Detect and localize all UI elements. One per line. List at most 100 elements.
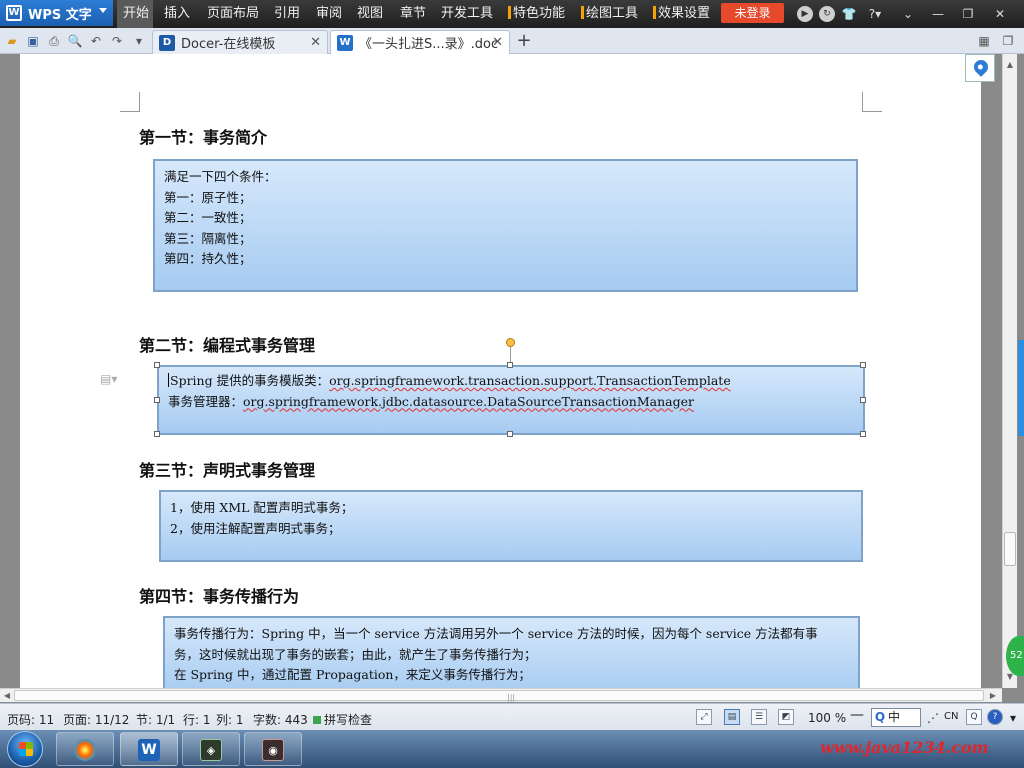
line-prefix: Spring 提供的事务模版类： (170, 373, 330, 388)
ime-help-icon[interactable]: ? (987, 709, 1003, 725)
zoom-level[interactable]: 100 % (808, 711, 846, 725)
menu-effect-settings[interactable]: 效果设置 (653, 0, 710, 28)
side-panel-toggle[interactable] (1018, 340, 1024, 436)
menu-insert[interactable]: 插入 (164, 0, 190, 28)
feature-marker (653, 6, 656, 19)
sync-icon[interactable]: ↻ (819, 6, 835, 22)
scroll-thumb[interactable] (1004, 532, 1016, 566)
text-line: Spring 提供的事务模版类：org.springframework.tran… (168, 371, 854, 392)
close-tab-icon[interactable]: ✕ (492, 35, 503, 50)
wps-logo-icon: W (6, 5, 22, 21)
menu-review[interactable]: 审阅 (316, 0, 342, 28)
text-box[interactable]: 1，使用 XML 配置声明式事务； 2，使用注解配置声明式事务； (159, 490, 863, 562)
menu-bar: W WPS 文字 开始 插入 页面布局 引用 审阅 视图 章节 开发工具 特色功… (0, 0, 1024, 28)
status-page-number: 页码: 11 (7, 713, 55, 727)
taskbar: W ◈ ◉ www.java1234.com (0, 730, 1024, 768)
menu-drawing-tools[interactable]: 绘图工具 (581, 0, 638, 28)
fullscreen-icon[interactable]: ⤢ (696, 709, 712, 725)
resize-handle[interactable] (154, 431, 160, 437)
spell-check-icon (313, 716, 321, 724)
taskbar-app-4[interactable]: ◉ (244, 732, 302, 766)
outline-view-icon[interactable]: ☰ (751, 709, 767, 725)
scroll-left-icon[interactable]: ◀ (0, 689, 14, 703)
resize-handle[interactable] (860, 431, 866, 437)
feature-marker (508, 6, 511, 19)
text-box[interactable]: 事务传播行为：Spring 中，当一个 service 方法调用另外一个 ser… (163, 616, 860, 688)
help-icon[interactable]: ?▾ (864, 6, 886, 22)
windows-flag-icon (19, 742, 33, 756)
ime-settings-icon[interactable]: ⋰ (927, 711, 939, 725)
menu-developer[interactable]: 开发工具 (441, 0, 493, 28)
scroll-thumb[interactable]: ||| (14, 690, 984, 702)
rotate-handle[interactable] (506, 338, 515, 347)
close-tab-icon[interactable]: ✕ (310, 35, 321, 50)
scroll-right-icon[interactable]: ▶ (986, 689, 1000, 703)
text-box[interactable]: 满足一下四个条件： 第一：原子性； 第二：一致性； 第三：隔离性； 第四：持久性… (153, 159, 858, 292)
resize-handle[interactable] (154, 397, 160, 403)
class-name: org.springframework.jdbc.datasource.Data… (243, 393, 694, 409)
rotate-connector (510, 347, 511, 363)
ime-logo-icon: Q (874, 710, 886, 724)
minimize-icon[interactable]: — (930, 6, 946, 22)
close-icon[interactable]: ✕ (992, 6, 1008, 22)
restore-icon[interactable]: ❐ (960, 6, 976, 22)
input-method-indicator[interactable]: Q中 (871, 708, 921, 727)
restore-doc-icon[interactable]: ❐ (1000, 33, 1016, 49)
paragraph-options-icon[interactable]: ▤▾ (100, 372, 117, 386)
menu-special-features[interactable]: 特色功能 (508, 0, 565, 28)
ime-tools-icon[interactable]: Q (966, 709, 982, 725)
taskbar-wps-writer[interactable]: W (120, 732, 178, 766)
section-heading: 第一节：事务简介 (139, 128, 268, 147)
menu-page-layout[interactable]: 页面布局 (207, 0, 259, 28)
print-icon[interactable]: ⎙ (46, 33, 62, 49)
language-indicator[interactable]: CN (944, 711, 958, 722)
menu-chapter[interactable]: 章节 (400, 0, 426, 28)
tab-docer[interactable]: D Docer-在线模板 ✕ (152, 30, 328, 54)
scroll-up-icon[interactable]: ▲ (1003, 58, 1017, 72)
feature-marker (581, 6, 584, 19)
menu-references[interactable]: 引用 (274, 0, 300, 28)
login-button[interactable]: 未登录 (721, 3, 784, 23)
collapse-ribbon-icon[interactable]: ⌄ (900, 6, 916, 22)
resize-handle[interactable] (507, 362, 513, 368)
horizontal-scrollbar[interactable]: ◀ ||| ▶ (0, 688, 1002, 702)
map-pin-icon (971, 57, 991, 77)
location-panel-button[interactable] (965, 54, 995, 82)
save-icon[interactable]: ▣ (25, 33, 41, 49)
play-icon[interactable]: ▶ (797, 6, 813, 22)
skin-icon[interactable]: 👕 (841, 6, 857, 22)
resize-handle[interactable] (860, 397, 866, 403)
resize-handle[interactable] (154, 362, 160, 368)
section-heading: 第四节：事务传播行为 (139, 587, 300, 606)
app-menu-button[interactable]: W WPS 文字 (0, 0, 113, 26)
spell-check-label: 拼写检查 (324, 713, 373, 727)
menu-view[interactable]: 视图 (357, 0, 383, 28)
document-page[interactable]: 第一节：事务简介 满足一下四个条件： 第一：原子性； 第二：一致性； 第三：隔离… (20, 54, 981, 688)
new-tab-button[interactable]: + (514, 31, 534, 51)
vertical-scrollbar[interactable]: ▲ ▼ (1002, 54, 1017, 688)
spell-check-button[interactable]: 拼写检查 (313, 711, 372, 728)
app-monitor-icon: ◈ (200, 739, 222, 761)
zoom-out-icon[interactable]: — (850, 707, 864, 723)
resize-handle[interactable] (507, 431, 513, 437)
tab-list-icon[interactable]: ▦ (976, 33, 992, 49)
margin-corner (862, 92, 882, 112)
page-view-icon[interactable]: ▤ (724, 709, 740, 725)
text-line: 第三：隔离性； (164, 230, 252, 246)
open-icon[interactable]: ▰ (4, 33, 20, 49)
section-heading: 第三节：声明式事务管理 (139, 461, 316, 480)
menu-home[interactable]: 开始 (117, 0, 153, 28)
selected-text-box[interactable]: Spring 提供的事务模版类：org.springframework.tran… (157, 365, 865, 435)
resize-handle[interactable] (860, 362, 866, 368)
taskbar-app-1[interactable] (56, 732, 114, 766)
redo-icon[interactable]: ↷ (109, 33, 125, 49)
tab-document[interactable]: W 《一头扎进S...录》.doc ✕ (330, 30, 510, 54)
status-section: 节: 1/1 (136, 713, 176, 727)
customize-icon[interactable]: ▾ (131, 33, 147, 49)
taskbar-app-3[interactable]: ◈ (182, 732, 240, 766)
ime-menu-icon[interactable]: ▾ (1010, 711, 1016, 725)
print-preview-icon[interactable]: 🔍 (67, 33, 83, 49)
start-orb-icon[interactable] (7, 731, 43, 767)
undo-icon[interactable]: ↶ (88, 33, 104, 49)
web-view-icon[interactable]: ◩ (778, 709, 794, 725)
